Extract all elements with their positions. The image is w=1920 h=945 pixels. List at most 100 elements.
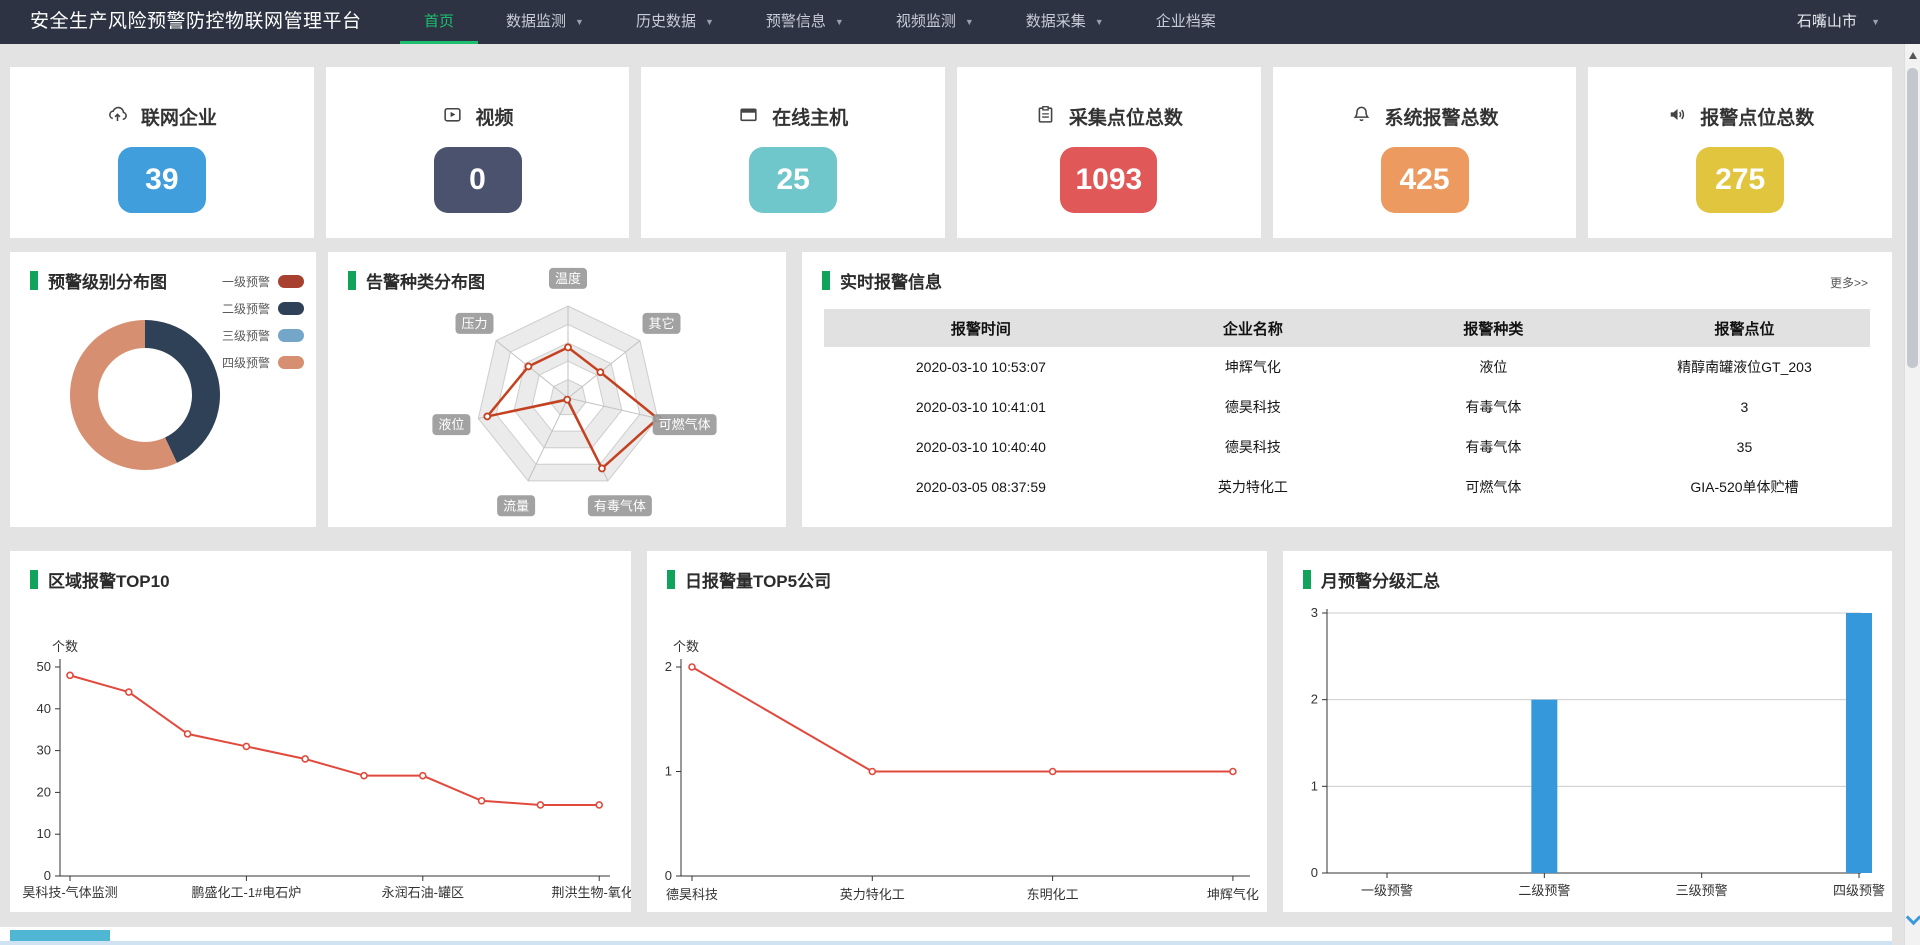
stat-card-label: 报警点位总数 — [1700, 103, 1814, 130]
svg-text:永润石油-罐区: 永润石油-罐区 — [382, 885, 464, 900]
nav-item-数据采集[interactable]: 数据采集 ▼ — [1000, 0, 1130, 44]
nav-item-label: 视频监测 — [896, 13, 956, 30]
stat-card-head: 在线主机 — [641, 103, 945, 130]
nav-item-label: 数据采集 — [1026, 13, 1086, 30]
nav-item-首页[interactable]: 首页 — [398, 0, 480, 44]
stat-card-value: 0 — [434, 147, 522, 213]
page-scrollbar[interactable] — [1904, 44, 1920, 945]
nav-item-企业档案[interactable]: 企业档案 — [1130, 0, 1242, 44]
table-cell: 德昊科技 — [1138, 397, 1368, 417]
panel-title: 实时报警信息 — [822, 268, 942, 293]
svg-text:可燃气体: 可燃气体 — [659, 417, 711, 432]
table-cell: 35 — [1619, 439, 1870, 455]
svg-text:鹏盛化工-1#电石炉: 鹏盛化工-1#电石炉 — [192, 885, 302, 900]
stat-card-label: 联网企业 — [141, 103, 217, 130]
stat-card-报警点位总数: 报警点位总数275 — [1588, 67, 1892, 238]
table-cell: 2020-03-10 10:40:40 — [824, 439, 1138, 455]
table-cell: 可燃气体 — [1368, 477, 1619, 497]
stat-card-value-wrap: 25 — [641, 130, 945, 213]
svg-text:0: 0 — [665, 868, 672, 883]
table-cell: GIA-520单体贮槽 — [1619, 477, 1870, 497]
top-navbar: 安全生产风险预警防控物联网管理平台 首页数据监测▼历史数据▼预警信息▼视频监测▼… — [0, 0, 1920, 44]
table-cell: 2020-03-05 08:37:59 — [824, 479, 1138, 495]
monthly-level-panel: 0123一级预警二级预警三级预警四级预警 月预警分级汇总 — [1283, 551, 1892, 912]
svg-text:0: 0 — [44, 868, 51, 883]
scrollbar-thumb[interactable] — [1907, 68, 1918, 368]
stat-card-head: 采集点位总数 — [957, 103, 1261, 130]
nav-item-数据监测[interactable]: 数据监测 ▼ — [480, 0, 610, 44]
radar-axis-label-流量: 流量 — [497, 495, 535, 516]
stat-card-label: 系统报警总数 — [1385, 103, 1499, 130]
svg-text:个数: 个数 — [673, 639, 699, 654]
region-top10-panel: 01020304050个数昊科技-气体监测鹏盛化工-1#电石炉永润石油-罐区荆洪… — [10, 551, 631, 912]
title-marker — [30, 570, 38, 589]
stat-card-head: 报警点位总数 — [1588, 103, 1892, 130]
radar-axis-label-温度: 温度 — [549, 268, 587, 289]
svg-text:液位: 液位 — [438, 417, 464, 432]
svg-text:四级预警: 四级预警 — [1833, 883, 1885, 898]
chevron-down-icon: ▼ — [1095, 17, 1104, 27]
table-header-cell: 报警种类 — [1368, 318, 1619, 339]
nav-item-label: 历史数据 — [636, 13, 696, 30]
svg-text:个数: 个数 — [52, 639, 78, 654]
table-cell: 坤辉气化 — [1138, 357, 1368, 377]
panel-title-text: 告警种类分布图 — [366, 268, 485, 293]
table-header-cell: 报警时间 — [824, 318, 1138, 339]
panel-title: 告警种类分布图 — [348, 268, 485, 293]
panel-title: 区域报警TOP10 — [30, 567, 170, 592]
chevron-down-icon: ▼ — [575, 17, 584, 27]
video-icon — [442, 104, 463, 130]
chevron-down-icon: ▼ — [705, 17, 714, 27]
radar-axis-label-压力: 压力 — [455, 313, 493, 334]
svg-text:昊科技-气体监测: 昊科技-气体监测 — [22, 885, 117, 900]
nav-item-label: 预警信息 — [766, 13, 826, 30]
radar-axis-label-有毒气体: 有毒气体 — [588, 495, 652, 516]
panel-title-text: 区域报警TOP10 — [48, 567, 170, 592]
table-row: 2020-03-10 10:41:01德昊科技有毒气体3 — [824, 387, 1870, 427]
stat-cards-row: 联网企业39视频0在线主机25采集点位总数1093系统报警总数425报警点位总数… — [10, 67, 1892, 238]
city-selector[interactable]: 石嘴山市 ▼ — [1797, 0, 1880, 44]
table-row: 2020-03-10 10:53:07坤辉气化液位精醇南罐液位GT_203 — [824, 347, 1870, 387]
daily-top5-panel: 012个数德昊科技英力特化工东明化工坤辉气化 日报警量TOP5公司 — [647, 551, 1267, 912]
nav-item-视频监测[interactable]: 视频监测 ▼ — [870, 0, 1000, 44]
table-header-cell: 报警点位 — [1619, 318, 1870, 339]
stat-card-系统报警总数: 系统报警总数 425 — [1273, 67, 1577, 238]
stat-card-value: 425 — [1381, 147, 1469, 213]
table-cell: 英力特化工 — [1138, 477, 1368, 497]
svg-text:流量: 流量 — [503, 498, 529, 513]
panel-title-text: 日报警量TOP5公司 — [685, 567, 831, 592]
nav-item-历史数据[interactable]: 历史数据 ▼ — [610, 0, 740, 44]
chevron-down-icon: ▼ — [965, 17, 974, 27]
scroll-down-icon[interactable] — [1906, 910, 1920, 926]
stat-card-label: 采集点位总数 — [1069, 103, 1183, 130]
more-link[interactable]: 更多>> — [1830, 274, 1868, 291]
panel-title: 月预警分级汇总 — [1303, 567, 1440, 592]
svg-text:温度: 温度 — [555, 271, 581, 286]
chevron-down-icon: ▼ — [1871, 17, 1880, 27]
svg-text:二级预警: 二级预警 — [1518, 883, 1570, 898]
svg-text:40: 40 — [37, 701, 51, 716]
panel-title-text: 实时报警信息 — [840, 268, 942, 293]
svg-text:英力特化工: 英力特化工 — [840, 887, 905, 902]
nav-item-预警信息[interactable]: 预警信息▼ — [740, 0, 870, 44]
svg-text:2: 2 — [665, 659, 672, 674]
stat-card-value-wrap: 1093 — [957, 130, 1261, 213]
svg-text:坤辉气化: 坤辉气化 — [1207, 887, 1259, 902]
nav-item-label: 数据监测 — [506, 13, 566, 30]
table-cell: 德昊科技 — [1138, 437, 1368, 457]
svg-text:1: 1 — [1311, 778, 1318, 793]
panel-title: 日报警量TOP5公司 — [667, 567, 831, 592]
nav-item-label: 企业档案 — [1156, 13, 1216, 30]
svg-text:东明化工: 东明化工 — [1027, 887, 1079, 902]
radar-axis-label-液位: 液位 — [432, 414, 470, 435]
speaker-icon — [1666, 104, 1687, 130]
svg-text:有毒气体: 有毒气体 — [594, 498, 646, 513]
stat-card-value: 39 — [118, 147, 206, 213]
panel-title-text: 月预警分级汇总 — [1321, 567, 1440, 592]
svg-text:1: 1 — [665, 764, 672, 779]
scroll-up-icon[interactable] — [1909, 52, 1917, 59]
radar-axis-label-可燃气体: 可燃气体 — [653, 414, 717, 435]
title-marker — [348, 271, 356, 290]
stat-card-head: 联网企业 — [10, 103, 314, 130]
title-marker — [667, 570, 675, 589]
